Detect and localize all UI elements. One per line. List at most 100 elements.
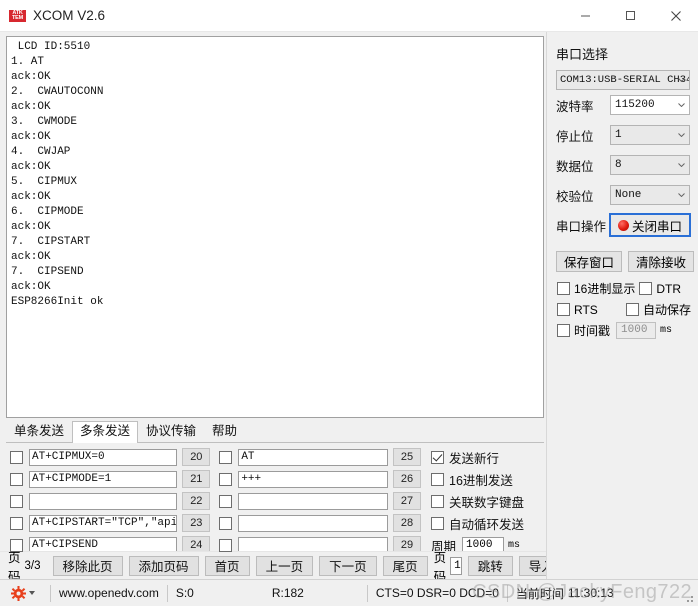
tab-protocol-transfer[interactable]: 协议传输: [138, 421, 204, 442]
status-bar: www.openedv.com S:0 R:182 CTS=0 DSR=0 DC…: [0, 579, 698, 606]
send-row-checkbox-b[interactable]: [219, 450, 233, 464]
send-input-a[interactable]: [29, 492, 178, 510]
checkbox-dtr[interactable]: [639, 282, 653, 295]
send-input-a[interactable]: AT+CIPMUX=0: [29, 448, 178, 466]
dtr-label: DTR: [656, 281, 682, 296]
send-input-b[interactable]: AT: [238, 448, 388, 466]
checkbox-auto-loop-send[interactable]: [431, 516, 444, 530]
send-option-cell: 发送新行: [426, 446, 544, 468]
send-button-b[interactable]: 27: [393, 492, 421, 510]
port-select-combo[interactable]: COM13:USB-SERIAL CH34: [556, 70, 690, 90]
stopbits-combo[interactable]: 1: [610, 125, 690, 145]
terminal-line: 3. CWMODE: [11, 116, 78, 128]
send-row-checkbox-a[interactable]: [10, 516, 23, 530]
checkbox-autosave[interactable]: [626, 303, 639, 316]
terminal-line: 4. CWJAP: [11, 146, 71, 158]
databits-label: 数据位: [556, 159, 594, 174]
send-row-checkbox-b[interactable]: [219, 538, 233, 552]
option-label: 发送新行: [449, 451, 500, 466]
parity-label: 校验位: [556, 189, 594, 204]
option-row[interactable]: 发送新行: [426, 446, 544, 468]
goto-page-input[interactable]: 1: [450, 556, 462, 575]
clear-receive-button[interactable]: 清除接收: [628, 251, 694, 272]
xcom-window: ATK TEM XCOM V2.6 LCD ID:5510 1. AT ack:…: [0, 0, 698, 606]
send-row-checkbox-a[interactable]: [10, 538, 23, 552]
send-button-a[interactable]: 21: [182, 470, 211, 488]
send-row-checkbox-b[interactable]: [219, 494, 233, 508]
tab-single-send[interactable]: 单条发送: [6, 421, 72, 442]
send-button-a[interactable]: 20: [182, 448, 211, 466]
red-status-dot-icon: [617, 219, 629, 231]
left-column: LCD ID:5510 1. AT ack:OK 2. CWAUTOCONN a…: [0, 32, 614, 584]
checkbox-send-newline[interactable]: [431, 450, 444, 464]
close-port-label: 关闭串口: [631, 219, 682, 234]
send-row: AT+CIPSTART="TCP","api.lewei50.com",8 23…: [6, 512, 544, 534]
multi-send-grid: AT+CIPMUX=0 20 AT 25 发送新行 AT+CIPMODE=1 2…: [6, 443, 544, 554]
send-input-b[interactable]: [238, 514, 388, 532]
last-page-button[interactable]: 尾页: [382, 555, 428, 576]
checkbox-timestamp[interactable]: [557, 324, 570, 337]
checkbox-hex-display[interactable]: [557, 282, 570, 295]
next-page-button[interactable]: 下一页: [319, 555, 377, 576]
close-port-button[interactable]: 关闭串口: [609, 213, 691, 237]
chevron-down-icon: [678, 78, 685, 82]
baudrate-combo[interactable]: 115200: [610, 95, 690, 115]
send-row-checkbox-a[interactable]: [10, 494, 23, 508]
website-link[interactable]: www.openedv.com: [59, 586, 159, 600]
send-input-a[interactable]: AT+CIPSTART="TCP","api.lewei50.com",8: [29, 514, 178, 532]
minimize-button[interactable]: [563, 0, 608, 31]
send-input-b[interactable]: +++: [238, 470, 388, 488]
close-button[interactable]: [653, 0, 698, 31]
checkbox-rts[interactable]: [557, 303, 570, 316]
send-button-a[interactable]: 22: [182, 492, 211, 510]
first-page-button[interactable]: 首页: [204, 555, 250, 576]
port-select-title: 串口选择: [556, 47, 609, 62]
chevron-down-icon: [678, 163, 685, 167]
panel-action-buttons: 保存窗口 清除接收: [556, 251, 698, 272]
send-row-checkbox-b[interactable]: [219, 516, 233, 530]
send-button-b[interactable]: 26: [393, 470, 421, 488]
send-row-checkbox-a[interactable]: [10, 450, 23, 464]
send-row-checkbox-a[interactable]: [10, 472, 23, 486]
gear-icon[interactable]: [11, 585, 26, 601]
resize-grip[interactable]: [683, 592, 695, 604]
tab-help[interactable]: 帮助: [204, 421, 245, 442]
parity-combo[interactable]: None: [610, 185, 690, 205]
chevron-down-icon: [678, 103, 685, 107]
terminal-line: ack:OK: [11, 71, 51, 83]
caret-down-icon[interactable]: [29, 591, 35, 595]
status-divider: [166, 584, 168, 602]
terminal-line: 1. AT: [11, 56, 45, 68]
timestamp-unit: ms: [660, 325, 673, 336]
tab-multi-send[interactable]: 多条发送: [72, 421, 139, 443]
checkbox-link-numpad[interactable]: [431, 494, 444, 508]
send-button-a[interactable]: 23: [182, 514, 211, 532]
page-count: 3/3: [24, 559, 41, 572]
option-row[interactable]: 16进制发送: [426, 468, 544, 490]
send-button-b[interactable]: 28: [393, 514, 421, 532]
save-window-button[interactable]: 保存窗口: [556, 251, 622, 272]
remove-page-button[interactable]: 移除此页: [52, 555, 123, 576]
send-input-b[interactable]: [238, 492, 388, 510]
terminal-line: 7. CIPSTART: [11, 236, 91, 248]
status-divider: [50, 584, 51, 602]
terminal-line: ack:OK: [11, 161, 51, 173]
send-button-b[interactable]: 25: [393, 448, 421, 466]
send-input-a[interactable]: AT+CIPMODE=1: [29, 470, 178, 488]
current-time-label: 当前时间: [515, 586, 564, 601]
option-label: 关联数字键盘: [449, 495, 525, 510]
send-row-checkbox-b[interactable]: [219, 472, 233, 486]
maximize-button[interactable]: [608, 0, 653, 31]
send-option-cell: 自动循环发送: [426, 512, 544, 534]
goto-page-button[interactable]: 跳转: [467, 555, 513, 576]
checkbox-hex-send[interactable]: [431, 472, 444, 486]
terminal-line: 7. CIPSEND: [11, 266, 84, 278]
prev-page-button[interactable]: 上一页: [255, 555, 314, 576]
option-row[interactable]: 关联数字键盘: [426, 490, 544, 512]
receive-terminal[interactable]: LCD ID:5510 1. AT ack:OK 2. CWAUTOCONN a…: [6, 36, 544, 418]
timestamp-input[interactable]: 1000: [616, 322, 657, 339]
option-row[interactable]: 自动循环发送: [426, 512, 544, 534]
add-page-button[interactable]: 添加页码: [128, 555, 199, 576]
databits-combo[interactable]: 8: [610, 155, 690, 175]
rts-autosave-row: RTS 自动保存: [547, 299, 698, 320]
